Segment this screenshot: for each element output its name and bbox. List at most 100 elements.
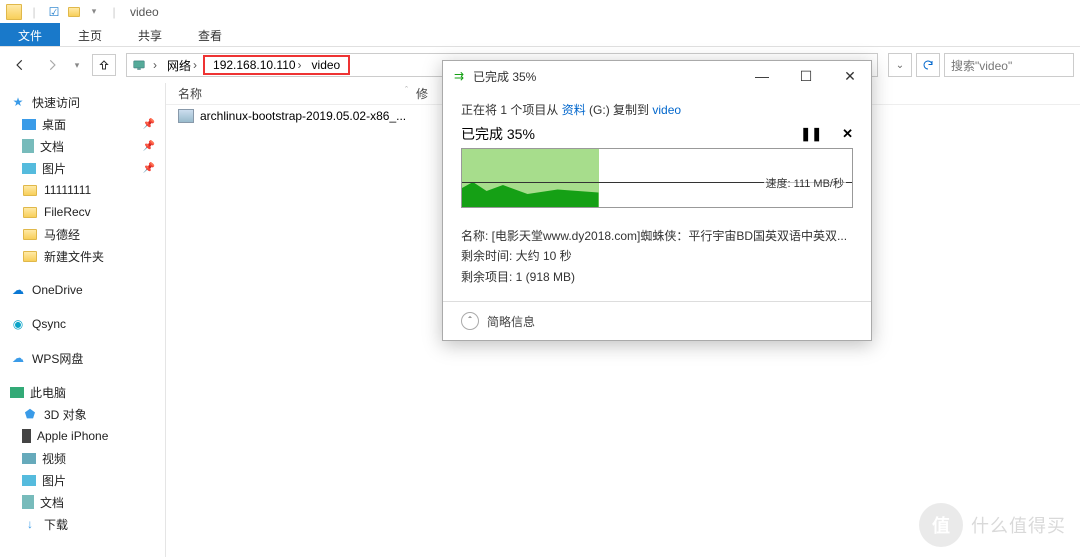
copy-description: 正在将 1 个项目从 资料 (G:) 复制到 video [461,101,853,118]
column-label: 名称 [178,87,202,101]
copy-icon: ⇉ [451,68,467,84]
tab-view[interactable]: 查看 [180,23,240,46]
dialog-title: 已完成 35% [473,68,536,85]
sidebar-item-label: 马德经 [44,226,80,243]
video-icon [22,453,36,464]
sidebar-qsync[interactable]: ◉Qsync [0,313,165,335]
column-modified[interactable]: 修 [416,85,428,102]
sidebar-item-label: 文档 [40,494,64,511]
tab-home[interactable]: 主页 [60,23,120,46]
sidebar-item-pictures[interactable]: 图片 📌 [0,157,165,179]
column-name[interactable]: 名称ˆ [166,85,416,102]
download-icon: ↓ [22,516,38,532]
detail-time: 剩余时间: 大约 10 秒 [461,246,853,266]
sidebar-item-pictures[interactable]: 图片 [0,469,165,491]
quick-access-toolbar: | ☑ ▾ | [6,4,122,20]
folder-icon [22,226,38,242]
pause-button[interactable]: ❚❚ [800,126,822,142]
forward-button[interactable] [38,53,66,77]
sidebar-item-downloads[interactable]: ↓ 下载 [0,513,165,535]
sidebar-item-folder[interactable]: FileRecv [0,201,165,223]
crumb-network[interactable]: 网络› [163,54,203,76]
sidebar-thispc[interactable]: 此电脑 [0,381,165,403]
folder-icon [22,248,38,264]
progress-text: 已完成 35% [461,124,535,144]
dialog-titlebar[interactable]: ⇉ 已完成 35% — ☐ ✕ [443,61,871,91]
sidebar-quick-access[interactable]: ★ 快速访问 [0,91,165,113]
sidebar-item-iphone[interactable]: Apple iPhone [0,425,165,447]
search-input[interactable]: 搜索"video" [944,53,1074,77]
sidebar-item-label: 图片 [42,472,66,489]
pic-icon [22,475,36,486]
folder-icon [22,182,38,198]
crumb-ip[interactable]: 192.168.10.110› [209,58,308,72]
chevron-up-icon[interactable]: ˆ [461,312,479,330]
cancel-button[interactable]: ✕ [842,126,853,142]
folder-icon [6,4,22,20]
sidebar-item-label: 3D 对象 [44,406,87,423]
dropdown-icon[interactable]: ▾ [86,4,102,20]
title-bar: | ☑ ▾ | video [0,0,1080,23]
pin-icon: 📌 [143,119,155,130]
up-button[interactable] [92,54,116,76]
sidebar-item-label: 文档 [40,138,64,155]
checkbox-icon[interactable]: ☑ [46,4,62,20]
divider-icon: | [106,4,122,20]
sidebar-item-label: 图片 [42,160,66,177]
sidebar-wps[interactable]: ☁ WPS网盘 [0,347,165,369]
tab-share[interactable]: 共享 [120,23,180,46]
back-button[interactable] [6,53,34,77]
sidebar-item-3d[interactable]: ⬟ 3D 对象 [0,403,165,425]
cube-icon: ⬟ [22,406,38,422]
pin-icon: 📌 [143,141,155,152]
tab-file[interactable]: 文件 [0,23,60,46]
doc-icon [22,495,34,509]
sidebar-item-documents[interactable]: 文档 📌 [0,135,165,157]
dest-link[interactable]: video [652,103,681,117]
sidebar-item-label: WPS网盘 [32,350,83,367]
sidebar-item-label: 下载 [44,516,68,533]
folder-small-icon [66,4,82,20]
crumb-chevron[interactable]: › [147,54,163,76]
minimize-button[interactable]: — [749,68,775,85]
sidebar-item-folder[interactable]: 11111111 [0,179,165,201]
detail-items: 剩余项目: 1 (918 MB) [461,267,853,287]
window-title: video [130,5,159,19]
copy-dialog: ⇉ 已完成 35% — ☐ ✕ 正在将 1 个项目从 资料 (G:) 复制到 v… [442,60,872,341]
sidebar-item-folder[interactable]: 马德经 [0,223,165,245]
sidebar-item-label: 桌面 [42,116,66,133]
sidebar-item-label: 此电脑 [30,384,66,401]
sidebar-item-label: 11111111 [44,183,91,197]
sidebar-item-label: 视频 [42,450,66,467]
search-placeholder: 搜索"video" [951,57,1012,74]
toggle-details[interactable]: 简略信息 [487,313,535,330]
pin-icon: 📌 [143,163,155,174]
crumb-label: 网络 [167,57,191,74]
close-button[interactable]: ✕ [837,68,863,85]
watermark-text: 什么值得买 [971,512,1066,538]
sidebar-item-folder[interactable]: 新建文件夹 [0,245,165,267]
crumb-label: video [312,58,341,72]
sidebar-onedrive[interactable]: ☁OneDrive [0,279,165,301]
source-link[interactable]: 资料 [562,103,586,117]
dialog-footer: ˆ 简略信息 [443,301,871,340]
progress-header: 已完成 35% ❚❚ ✕ [461,124,853,144]
speed-label: 速度: 111 MB/秒 [764,175,846,191]
crumb-folder[interactable]: video [308,58,345,72]
address-dropdown[interactable]: ⌄ [888,53,912,77]
cloud-icon: ☁ [10,282,26,298]
copy-details: 名称: [电影天堂www.dy2018.com]蜘蛛侠：平行宇宙BD国英双语中英… [461,226,853,287]
file-name: archlinux-bootstrap-2019.05.02-x86_... [200,109,406,123]
sidebar-item-videos[interactable]: 视频 [0,447,165,469]
sidebar-item-desktop[interactable]: 桌面 📌 [0,113,165,135]
crumb-label: 192.168.10.110 [213,58,296,72]
cloud-icon: ☁ [10,350,26,366]
maximize-button[interactable]: ☐ [793,68,819,85]
archive-icon [178,109,194,123]
sidebar-item-documents[interactable]: 文档 [0,491,165,513]
refresh-button[interactable] [916,53,940,77]
recent-dropdown[interactable]: ▾ [70,53,84,77]
desktop-icon [22,119,36,130]
sidebar-item-label: Apple iPhone [37,429,108,443]
computer-icon [10,387,24,398]
